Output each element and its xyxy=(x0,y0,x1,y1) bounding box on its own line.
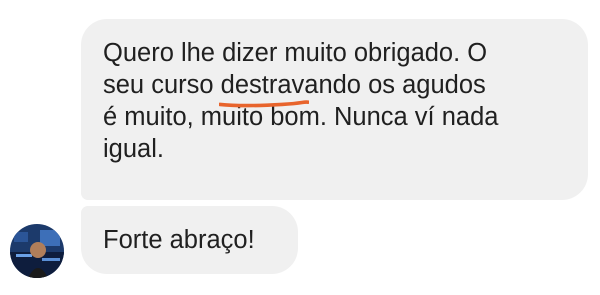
highlighted-phrase: destravando os agudos xyxy=(218,69,486,108)
message-line-3: é muito, muito bom. Nunca ví nada xyxy=(103,103,499,131)
avatar-image xyxy=(10,224,64,278)
message-bubble-2[interactable]: Forte abraço! xyxy=(81,206,298,274)
message-text: Forte abraço! xyxy=(103,226,255,254)
message-line-1: Quero lhe dizer muito obrigado. O xyxy=(103,39,488,67)
message-bubble-1[interactable]: Quero lhe dizer muito obrigado. O seu cu… xyxy=(81,19,588,200)
message-line-2: seu curso destravando os agudos xyxy=(103,69,570,108)
avatar[interactable] xyxy=(10,224,64,278)
highlighted-phrase-text: destravando os agudos xyxy=(220,71,486,99)
message-line-4: igual. xyxy=(103,135,164,163)
message-line-2-text: seu curso xyxy=(103,71,221,99)
